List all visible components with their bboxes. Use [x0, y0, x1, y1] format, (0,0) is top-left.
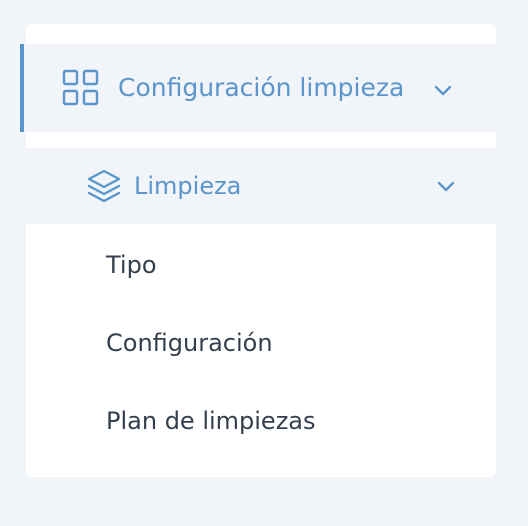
chevron-down-icon[interactable]: [432, 79, 454, 101]
menu-link-configuracion[interactable]: Configuración: [106, 326, 273, 360]
menu-item-configuracion-limpieza[interactable]: Configuración limpieza: [20, 44, 496, 132]
sidebar-menu-card: Configuración limpieza Limpieza Tipo Con…: [20, 24, 496, 477]
submenu-item-label: Limpieza: [134, 172, 242, 200]
chevron-down-icon[interactable]: [435, 175, 457, 197]
menu-link-plan-de-limpiezas[interactable]: Plan de limpiezas: [106, 404, 316, 438]
menu-item-limpieza[interactable]: Limpieza: [26, 148, 496, 224]
grid-icon: [62, 69, 99, 106]
layers-icon: [87, 169, 121, 203]
menu-link-tipo[interactable]: Tipo: [106, 248, 157, 282]
menu-item-label: Configuración limpieza: [118, 73, 405, 102]
active-indicator: [20, 44, 24, 132]
